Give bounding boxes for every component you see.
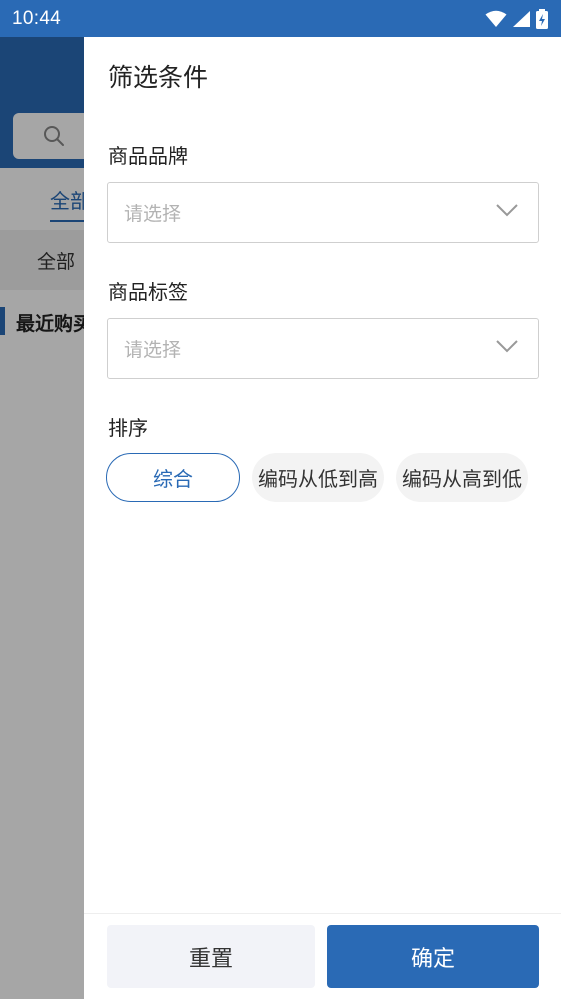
battery-icon [536, 8, 548, 29]
tag-label: 商品标签 [108, 280, 188, 304]
tag-select-placeholder: 请选择 [124, 339, 182, 361]
sort-option-code-asc[interactable]: 编码从低到高 [252, 453, 384, 502]
signal-icon [513, 10, 530, 27]
sort-options: 综合 编码从低到高 编码从高到低 [106, 453, 528, 502]
drawer-title: 筛选条件 [108, 63, 209, 92]
drawer-backdrop[interactable] [0, 37, 84, 999]
status-icons [485, 8, 549, 29]
status-time: 10:44 [12, 7, 62, 29]
brand-select-placeholder: 请选择 [124, 203, 182, 225]
tag-select[interactable]: 请选择 [107, 318, 539, 379]
brand-label: 商品品牌 [108, 144, 188, 168]
sort-option-code-desc[interactable]: 编码从高到低 [396, 453, 528, 502]
chevron-down-icon [496, 204, 518, 217]
chevron-down-icon [496, 340, 518, 353]
sort-label: 排序 [108, 416, 148, 440]
sort-option-default[interactable]: 综合 [106, 453, 240, 502]
status-bar: 10:44 [0, 0, 561, 37]
reset-button[interactable]: 重置 [107, 925, 315, 988]
confirm-button[interactable]: 确定 [327, 925, 539, 988]
wifi-icon [485, 10, 507, 27]
brand-select[interactable]: 请选择 [107, 182, 539, 243]
filter-drawer: 筛选条件 商品品牌 请选择 商品标签 请选择 排序 综合 编码从低到高 编码从高… [84, 37, 561, 999]
drawer-footer: 重置 确定 [84, 913, 561, 999]
